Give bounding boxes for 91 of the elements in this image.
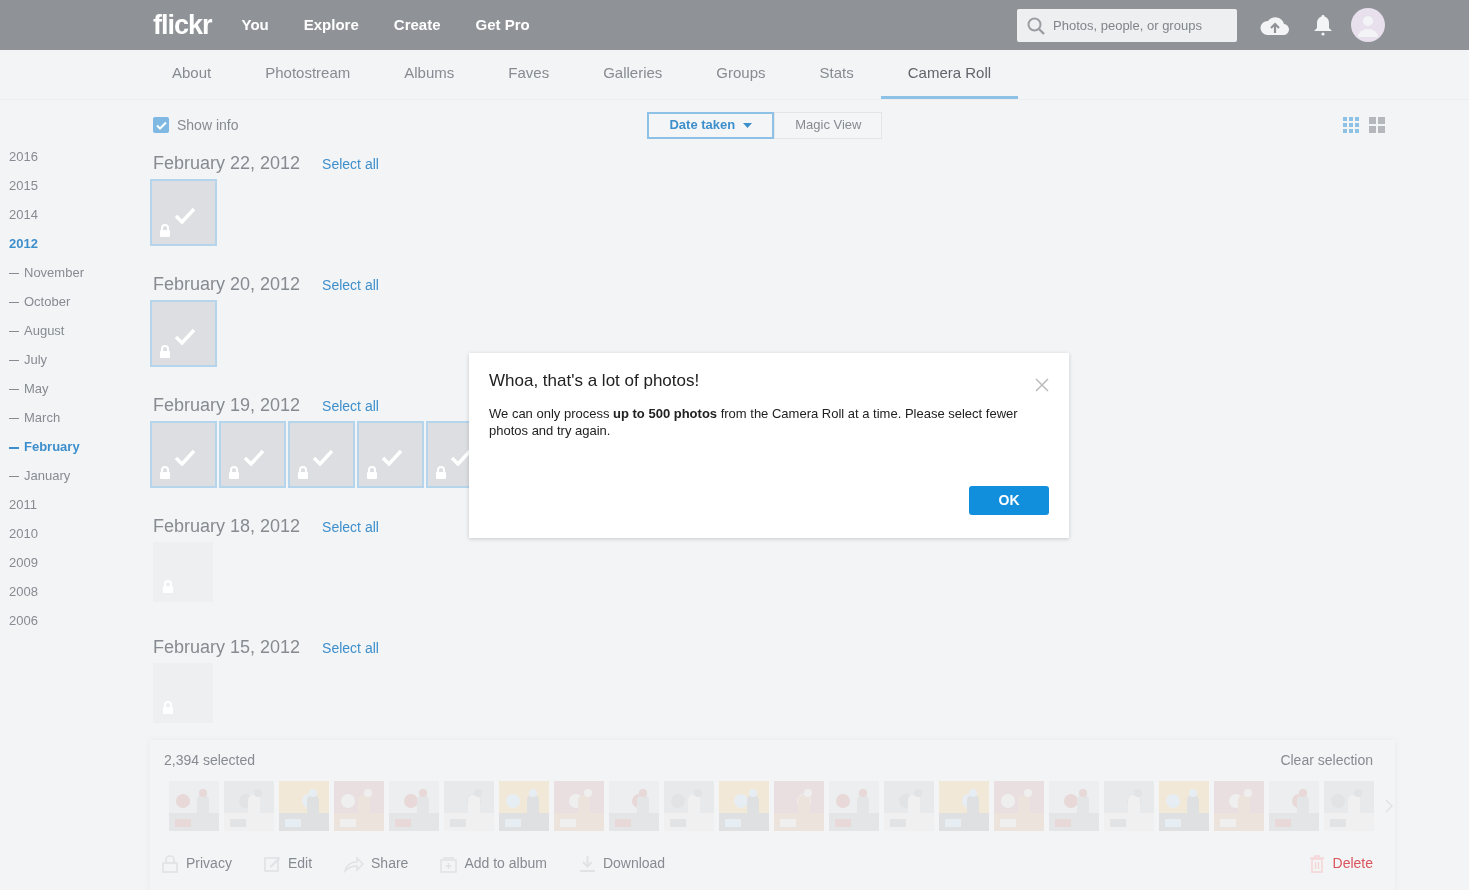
select-all-link[interactable]: Select all [322,638,379,659]
month-link[interactable]: July [24,352,48,367]
tab[interactable]: Groups [689,50,793,99]
dash-icon [9,418,19,420]
photo-tile[interactable] [150,421,217,488]
select-all-link[interactable]: Select all [322,154,379,175]
year-link[interactable]: 2010 [0,524,153,553]
checkbox-label: Show info [177,115,239,135]
lock-icon [159,345,171,358]
dash-icon [9,476,19,478]
nav-link[interactable]: Create [393,13,441,37]
check-icon [174,207,196,224]
date-heading: February 22, 2012 [153,152,301,175]
checkbox[interactable] [153,117,169,133]
lock-icon [228,466,240,479]
large-grid-icon[interactable] [1369,117,1385,133]
lock-icon [159,466,171,479]
tab[interactable]: Stats [792,50,881,99]
photo-tile[interactable] [357,421,424,488]
nav-link[interactable]: Get Pro [475,13,530,37]
year-link[interactable]: 2006 [0,611,153,640]
search-icon [1027,16,1045,35]
photo-tile[interactable] [219,421,286,488]
month-link[interactable]: February [24,439,80,454]
tab[interactable]: Camera Roll [880,50,1019,99]
trash-icon [1308,854,1326,873]
selected-count: 2,394 selected [164,751,256,770]
year-link[interactable]: 2015 [0,176,153,205]
month-link[interactable]: November [24,265,84,280]
avatar[interactable] [1351,8,1385,42]
ok-button[interactable]: OK [969,486,1049,515]
lock-icon [159,224,171,237]
check-icon [174,449,196,466]
album-button[interactable]: Add to album [440,853,547,874]
year-link[interactable]: 2016 [0,147,153,176]
year-link[interactable]: 2012 [0,234,153,263]
logo[interactable]: flickr [153,4,212,46]
upload-icon[interactable] [1259,14,1291,36]
edit-button[interactable]: Edit [263,853,313,874]
month-link[interactable]: March [24,410,61,425]
check-icon [174,328,196,345]
lock-icon [297,466,309,479]
dash-icon [9,446,19,449]
month-link[interactable]: May [24,381,49,396]
date-heading: February 20, 2012 [153,273,301,296]
dialog-title: Whoa, that's a lot of photos! [489,371,701,392]
lock-icon [435,466,447,479]
dash-icon [9,331,19,333]
date-heading: February 18, 2012 [153,515,301,538]
select-all-link[interactable]: Select all [322,275,379,296]
tab[interactable]: Albums [377,50,482,99]
search-field[interactable]: Photos, people, or groups [1017,8,1237,42]
check-icon [243,449,265,466]
lock-icon [366,466,378,479]
view-button[interactable]: Magic View [774,111,883,139]
bell-icon[interactable] [1313,14,1333,36]
nav-link[interactable]: You [241,13,269,37]
year-link[interactable]: 2009 [0,553,153,582]
delete-button[interactable]: Delete [1308,853,1373,874]
select-all-link[interactable]: Select all [322,517,379,538]
date-heading: February 15, 2012 [153,636,301,659]
caret-icon [743,122,753,128]
sort-dropdown[interactable]: Date taken [647,111,775,139]
share-button[interactable]: Share [344,853,409,874]
date-heading: February 19, 2012 [153,394,301,417]
dash-icon [9,273,19,275]
check-icon [381,449,403,466]
year-link[interactable]: 2014 [0,205,153,234]
dash-icon [9,360,19,362]
dash-icon [9,302,19,304]
year-link[interactable]: 2011 [0,495,153,524]
tab[interactable]: Galleries [576,50,690,99]
nav-link[interactable]: Explore [303,13,359,37]
photo-tile[interactable] [150,179,217,246]
clear-selection-link[interactable]: Clear selection [1280,750,1373,771]
photo-tile[interactable] [150,300,217,367]
dialog-message: We can only process up to 500 photos from the Camera Roll at a time. Please select fewer photos and try again. [489,405,1019,440]
small-grid-icon[interactable] [1343,117,1359,133]
privacy-button[interactable]: Privacy [162,853,232,874]
tab[interactable]: About [145,50,239,99]
dash-icon [9,389,19,391]
year-link[interactable]: 2008 [0,582,153,611]
photo-tile[interactable] [288,421,355,488]
download-button[interactable]: Download [578,853,666,874]
month-link[interactable]: October [24,294,71,309]
check-icon [312,449,334,466]
tab[interactable]: Photostream [238,50,378,99]
month-link[interactable]: August [24,323,65,338]
select-all-link[interactable]: Select all [322,396,379,417]
tab[interactable]: Faves [481,50,577,99]
month-link[interactable]: January [24,468,71,483]
